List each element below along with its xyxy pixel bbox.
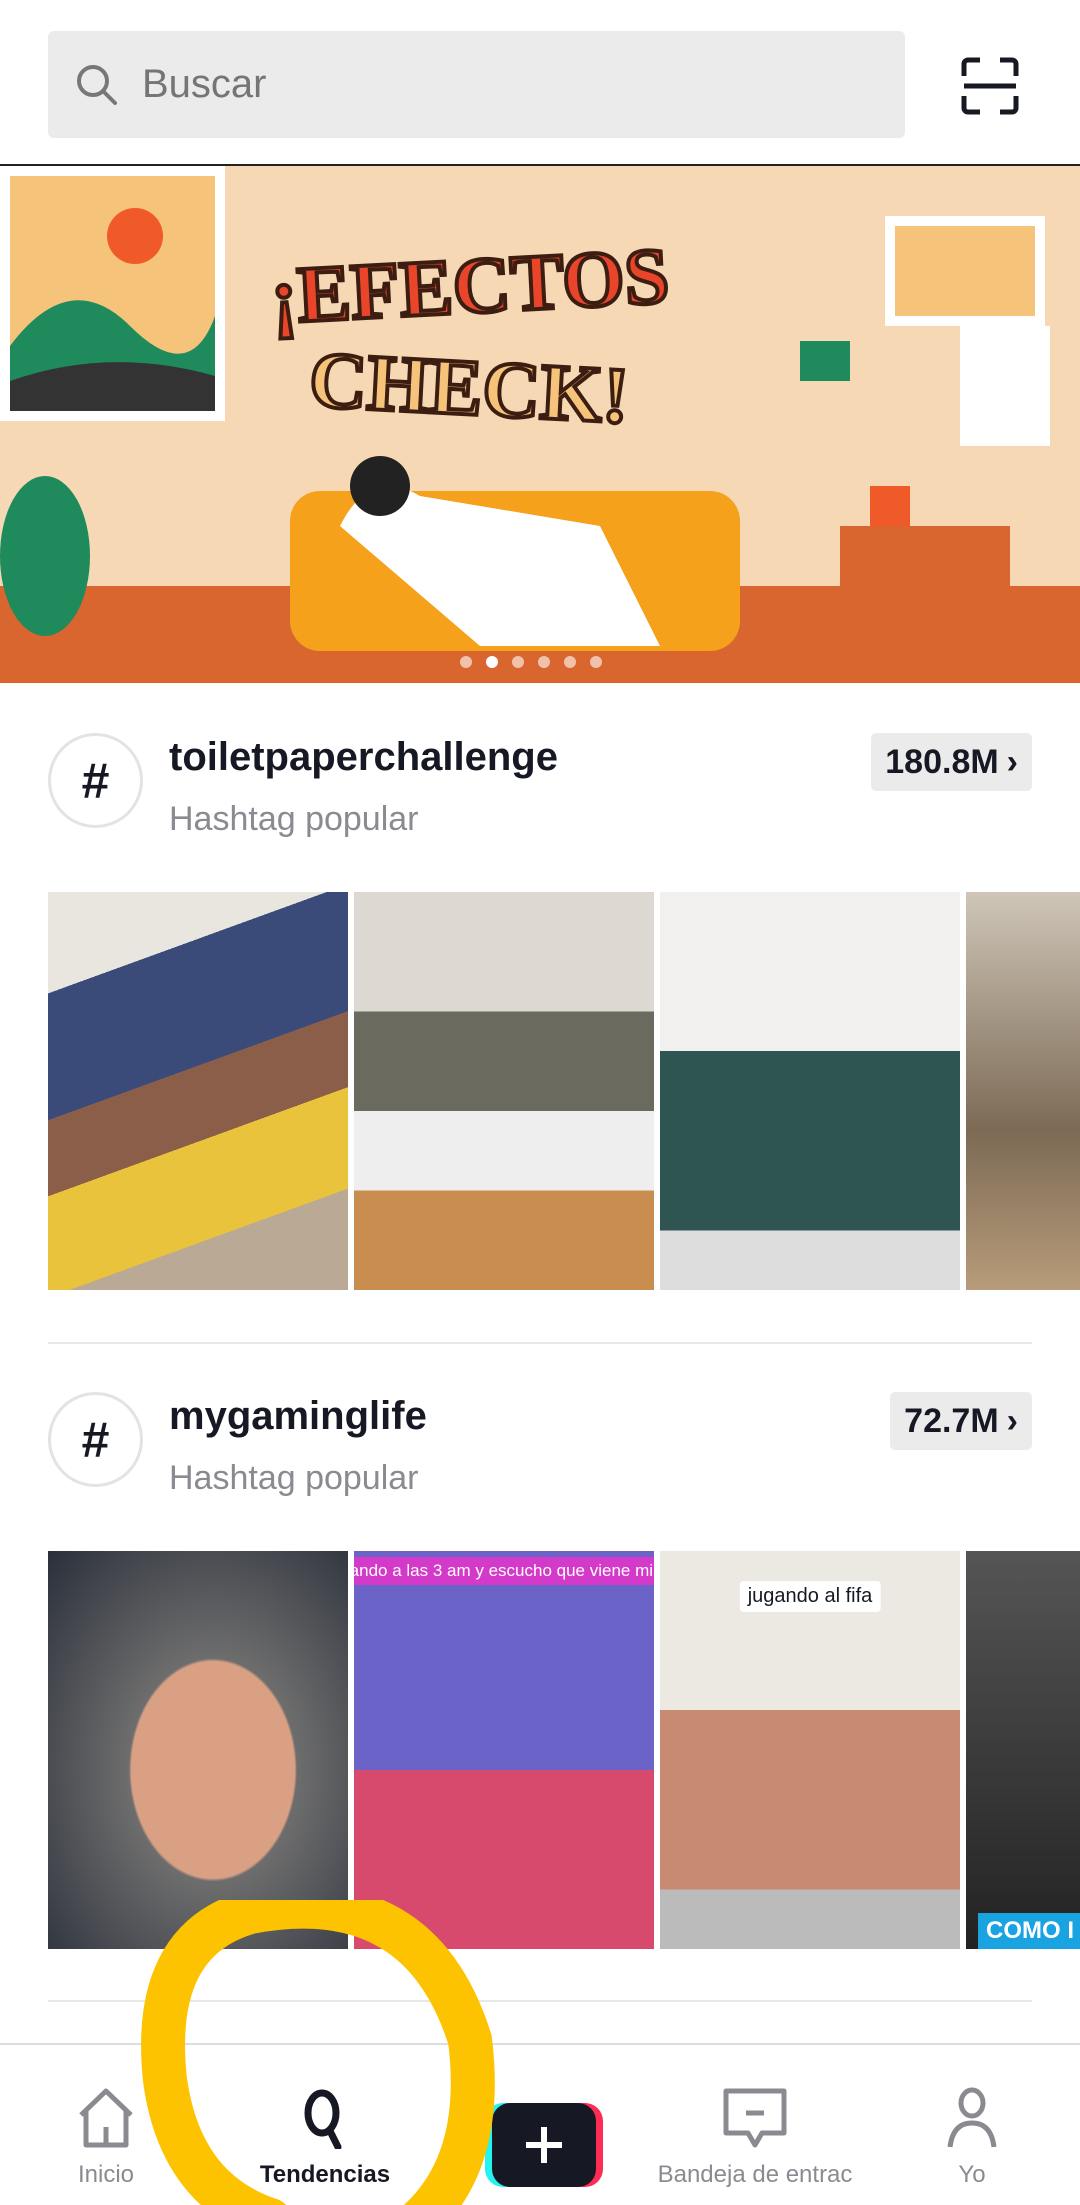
video-thumbnail[interactable]: Yo jugando a las 3 am y escucho que vien…	[354, 1551, 654, 1949]
video-caption: jugando al fifa	[739, 1581, 881, 1612]
banner-illustration: ¡EFECTOS CHECK!	[0, 166, 1080, 683]
hashtag-subtitle: Hashtag popular	[169, 1459, 419, 1497]
views-count: 180.8M	[885, 742, 999, 781]
hashtag-icon: #	[48, 1392, 143, 1487]
hashtag-title[interactable]: mygaminglife	[169, 1394, 427, 1439]
views-count: 72.7M	[904, 1401, 999, 1440]
search-icon	[77, 64, 117, 105]
video-thumbnail[interactable]	[48, 1551, 348, 1949]
video-thumbnails[interactable]: Yo jugando a las 3 am y escucho que vien…	[48, 1551, 1080, 1949]
carousel-dot-active[interactable]	[486, 656, 498, 668]
video-thumbnail[interactable]	[48, 892, 348, 1290]
hashtag-title[interactable]: toiletpaperchallenge	[169, 735, 558, 780]
banner-title-line2: CHECK!	[307, 336, 631, 441]
carousel-dot[interactable]	[460, 656, 472, 668]
scan-icon[interactable]	[960, 56, 1020, 116]
carousel-dot[interactable]	[590, 656, 602, 668]
video-thumbnail[interactable]	[354, 892, 654, 1290]
search-input[interactable]	[142, 62, 842, 107]
carousel-dot[interactable]	[564, 656, 576, 668]
chevron-right-icon: ›	[1006, 742, 1018, 781]
views-badge[interactable]: 180.8M ›	[871, 733, 1032, 791]
video-thumbnail[interactable]: COMO I	[966, 1551, 1080, 1949]
video-thumbnail[interactable]	[966, 892, 1080, 1290]
banner-title-line1: ¡EFECTOS	[268, 232, 671, 341]
annotation-circle	[141, 1900, 495, 2205]
section-divider	[48, 1342, 1032, 1344]
promo-banner[interactable]: ¡EFECTOS CHECK!	[0, 166, 1080, 683]
carousel-dot[interactable]	[512, 656, 524, 668]
hashtag-subtitle: Hashtag popular	[169, 800, 419, 838]
hashtag-icon: #	[48, 733, 143, 828]
carousel-dots[interactable]	[460, 656, 602, 668]
video-thumbnail[interactable]	[660, 892, 960, 1290]
chevron-right-icon: ›	[1006, 1401, 1018, 1440]
video-caption: Yo jugando a las 3 am y escucho que vien…	[354, 1557, 654, 1585]
carousel-dot[interactable]	[538, 656, 550, 668]
video-thumbnails[interactable]	[48, 892, 1080, 1290]
views-badge[interactable]: 72.7M ›	[890, 1392, 1032, 1450]
video-thumbnail[interactable]: jugando al fifa	[660, 1551, 960, 1949]
search-bar[interactable]	[48, 31, 905, 138]
